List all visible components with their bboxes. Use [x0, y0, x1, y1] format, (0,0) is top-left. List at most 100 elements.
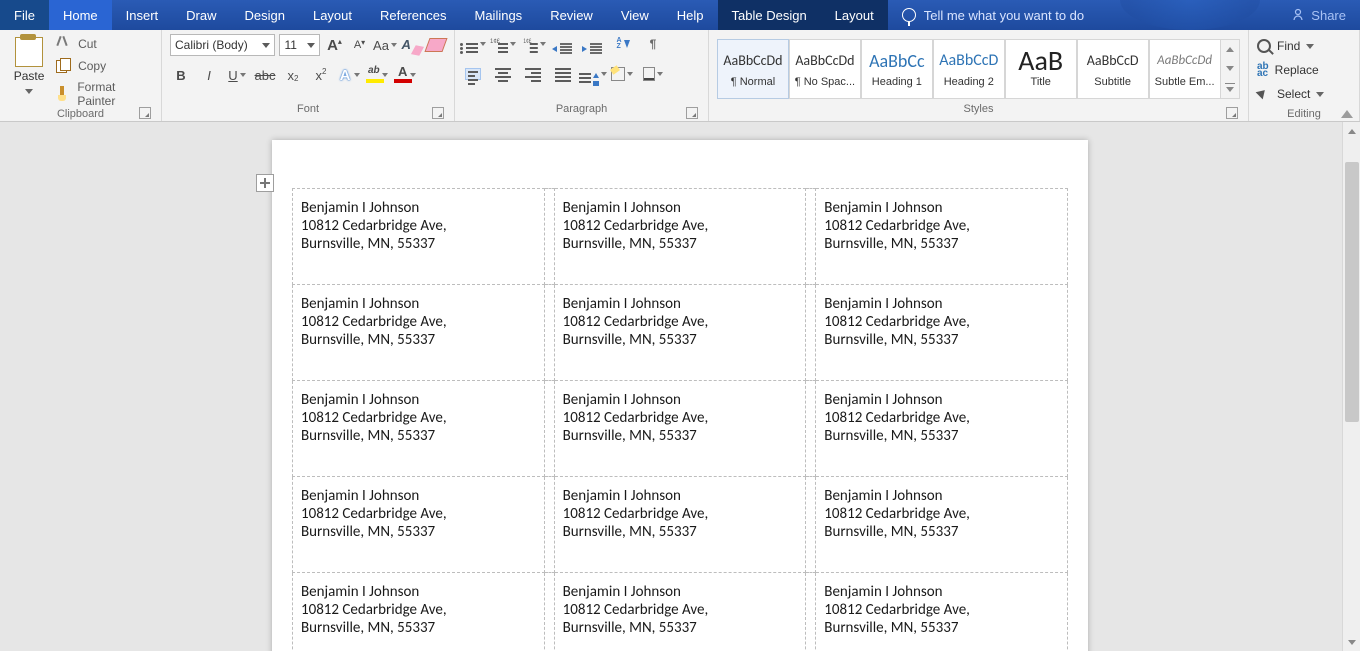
label-line3: Burnsville, MN, 55337	[824, 619, 958, 637]
paste-button[interactable]: Paste	[8, 34, 50, 108]
strikethrough-button[interactable]: abc	[254, 64, 276, 86]
font-size-combo[interactable]: 11	[279, 34, 320, 56]
style-tile-title[interactable]: AaBTitle	[1005, 39, 1077, 99]
style-tile-heading2[interactable]: AaBbCcDHeading 2	[933, 39, 1005, 99]
bold-button[interactable]: B	[170, 64, 192, 86]
text-effects-button[interactable]	[338, 64, 360, 86]
styles-more-button[interactable]	[1221, 39, 1240, 99]
font-name-combo[interactable]: Calibri (Body)	[170, 34, 275, 56]
show-marks-button[interactable]: ¶	[643, 34, 663, 54]
label-line1: Benjamin I Johnson	[563, 391, 681, 409]
sort-button[interactable]	[613, 34, 633, 54]
eraser-button[interactable]	[425, 34, 446, 56]
clear-formatting-button[interactable]	[400, 34, 421, 56]
label-cell[interactable]: Benjamin I Johnson10812 Cedarbridge Ave,…	[293, 573, 545, 651]
style-tile-subtitle[interactable]: AaBbCcDSubtitle	[1077, 39, 1149, 99]
justify-button[interactable]	[553, 64, 573, 84]
numbering-button[interactable]	[493, 34, 513, 54]
tab-help[interactable]: Help	[663, 0, 718, 30]
vertical-scrollbar[interactable]	[1342, 122, 1360, 651]
shading-button[interactable]	[613, 64, 633, 84]
label-cell[interactable]: Benjamin I Johnson10812 Cedarbridge Ave,…	[293, 477, 545, 573]
tab-references[interactable]: References	[366, 0, 460, 30]
find-button[interactable]: Find	[1257, 36, 1351, 56]
styles-launcher[interactable]	[1226, 107, 1238, 119]
label-cell[interactable]: Benjamin I Johnson10812 Cedarbridge Ave,…	[554, 381, 806, 477]
style-tile-subtleem[interactable]: AaBbCcDdSubtle Em...	[1149, 39, 1221, 99]
select-button[interactable]: Select	[1257, 84, 1351, 104]
scroll-up-button[interactable]	[1343, 122, 1360, 140]
shrink-font-button[interactable]: A▾	[349, 34, 370, 56]
label-line2: 10812 Cedarbridge Ave,	[301, 409, 447, 427]
tab-home[interactable]: Home	[49, 0, 112, 30]
increase-indent-button[interactable]	[583, 34, 603, 54]
labels-table[interactable]: Benjamin I Johnson 10812 Cedarbridge Ave,…	[292, 188, 1068, 651]
document-area: Benjamin I Johnson 10812 Cedarbridge Ave,…	[0, 122, 1360, 651]
align-right-button[interactable]	[523, 64, 543, 84]
style-tile-heading1[interactable]: AaBbCcHeading 1	[861, 39, 933, 99]
tab-file[interactable]: File	[0, 0, 49, 30]
line-spacing-button[interactable]	[583, 64, 603, 84]
label-cell[interactable]: Benjamin I Johnson10812 Cedarbridge Ave,…	[816, 285, 1068, 381]
collapse-ribbon-button[interactable]	[1341, 110, 1353, 118]
highlight-button[interactable]	[366, 64, 388, 86]
font-color-button[interactable]	[394, 64, 416, 86]
tab-review[interactable]: Review	[536, 0, 607, 30]
style-name: Subtle Em...	[1150, 76, 1220, 88]
style-tile-normal[interactable]: AaBbCcDd¶ Normal	[717, 39, 789, 99]
label-line2: 10812 Cedarbridge Ave,	[301, 601, 447, 619]
sort-icon	[616, 38, 629, 50]
label-line2: 10812 Cedarbridge Ave,	[824, 313, 970, 331]
tab-draw[interactable]: Draw	[172, 0, 230, 30]
scroll-down-button[interactable]	[1343, 633, 1360, 651]
underline-button[interactable]: U	[226, 64, 248, 86]
format-painter-button[interactable]: Format Painter	[56, 80, 153, 108]
align-left-button[interactable]	[463, 64, 483, 84]
grow-font-button[interactable]: A▴	[324, 34, 345, 56]
scroll-thumb[interactable]	[1345, 162, 1359, 422]
chevron-down-icon	[410, 73, 416, 77]
align-center-button[interactable]	[493, 64, 513, 84]
tab-mailings[interactable]: Mailings	[461, 0, 537, 30]
copy-button[interactable]: Copy	[56, 58, 153, 74]
borders-button[interactable]	[643, 64, 663, 84]
cut-button[interactable]: Cut	[56, 36, 153, 52]
decrease-indent-button[interactable]	[553, 34, 573, 54]
chevron-down-icon	[354, 73, 360, 77]
multilevel-list-button[interactable]	[523, 34, 543, 54]
tab-table-design[interactable]: Table Design	[718, 0, 821, 30]
font-launcher[interactable]	[432, 107, 444, 119]
label-gap	[806, 573, 816, 651]
change-case-button[interactable]: Aa	[374, 34, 396, 56]
label-cell[interactable]: Benjamin I Johnson10812 Cedarbridge Ave,…	[293, 285, 545, 381]
style-tile-nospac[interactable]: AaBbCcDd¶ No Spac...	[789, 39, 861, 99]
label-cell[interactable]: Benjamin I Johnson10812 Cedarbridge Ave,…	[554, 477, 806, 573]
label-cell[interactable]: Benjamin I Johnson10812 Cedarbridge Ave,…	[816, 381, 1068, 477]
replace-button[interactable]: abacReplace	[1257, 60, 1351, 80]
tab-table-layout[interactable]: Layout	[821, 0, 888, 30]
label-cell[interactable]: Benjamin I Johnson10812 Cedarbridge Ave,…	[816, 477, 1068, 573]
label-cell[interactable]: Benjamin I Johnson10812 Cedarbridge Ave,…	[816, 189, 1068, 285]
share-button[interactable]: Share	[1277, 0, 1360, 30]
tab-layout[interactable]: Layout	[299, 0, 366, 30]
superscript-button[interactable]: x2	[310, 64, 332, 86]
label-cell[interactable]: Benjamin I Johnson10812 Cedarbridge Ave,…	[816, 573, 1068, 651]
italic-button[interactable]: I	[198, 64, 220, 86]
tab-insert[interactable]: Insert	[112, 0, 173, 30]
tab-design[interactable]: Design	[231, 0, 299, 30]
tell-me-search[interactable]: Tell me what you want to do	[902, 0, 1084, 30]
paragraph-launcher[interactable]	[686, 107, 698, 119]
label-gap	[544, 189, 554, 285]
subscript-button[interactable]: x2	[282, 64, 304, 86]
label-cell[interactable]: Benjamin I Johnson10812 Cedarbridge Ave,…	[554, 285, 806, 381]
tab-view[interactable]: View	[607, 0, 663, 30]
label-cell[interactable]: Benjamin I Johnson10812 Cedarbridge Ave,…	[554, 189, 806, 285]
label-gap	[806, 189, 816, 285]
label-cell[interactable]: Benjamin I Johnson10812 Cedarbridge Ave,…	[293, 189, 545, 285]
bullets-button[interactable]	[463, 34, 483, 54]
label-cell[interactable]: Benjamin I Johnson10812 Cedarbridge Ave,…	[293, 381, 545, 477]
table-move-handle[interactable]	[256, 174, 274, 192]
label-cell[interactable]: Benjamin I Johnson10812 Cedarbridge Ave,…	[554, 573, 806, 651]
page[interactable]: Benjamin I Johnson 10812 Cedarbridge Ave,…	[272, 140, 1088, 651]
clipboard-launcher[interactable]	[139, 107, 151, 119]
